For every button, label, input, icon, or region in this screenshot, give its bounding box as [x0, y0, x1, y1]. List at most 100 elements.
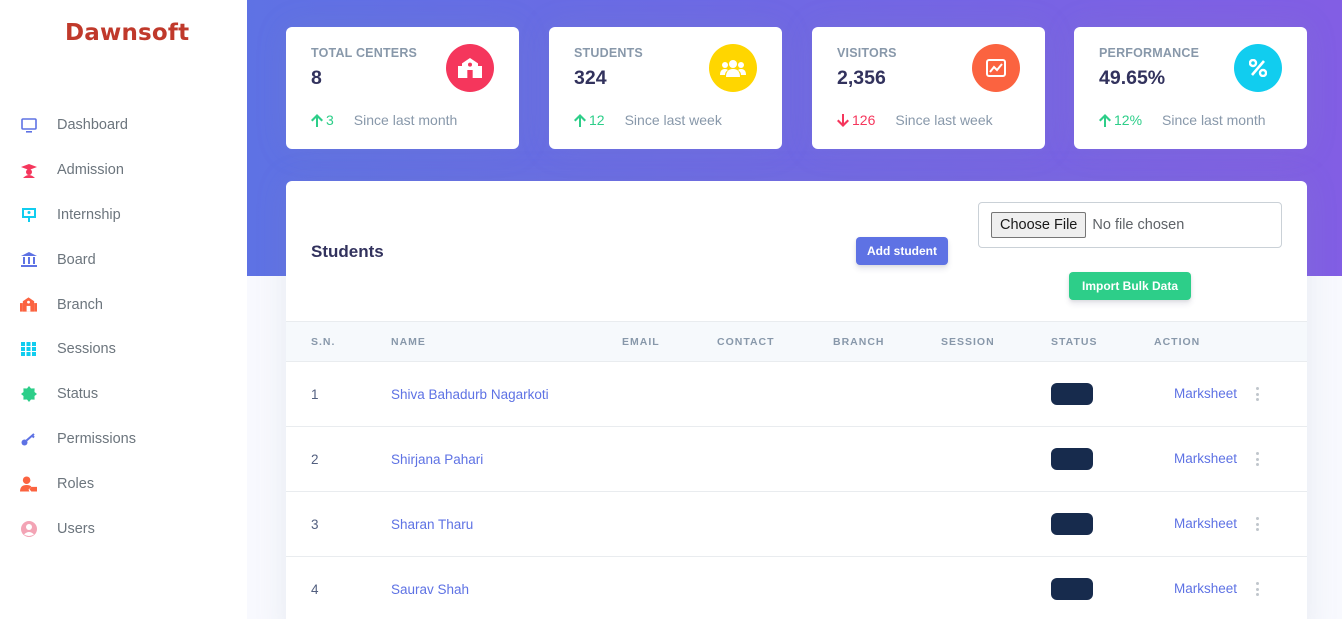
column-header-action[interactable]: Action — [1154, 336, 1200, 348]
stat-title: Total Centers — [311, 46, 418, 60]
trend-value: 12% — [1114, 112, 1143, 128]
sidebar-item-branch[interactable]: Branch — [0, 282, 247, 327]
column-header-email[interactable]: Email — [622, 336, 660, 348]
stat-title: Students — [574, 46, 643, 60]
graduation-cap-icon — [20, 162, 37, 179]
bank-icon — [20, 251, 37, 268]
trend-value: 3 — [326, 112, 334, 128]
sidebar-item-label: Roles — [57, 475, 95, 492]
chart-line-icon — [972, 44, 1020, 92]
sidebar-item-sessions[interactable]: Sessions — [0, 327, 247, 372]
arrow-up-icon — [574, 113, 586, 127]
stat-value: 2,356 — [837, 67, 886, 89]
marksheet-link[interactable]: Marksheet — [1174, 451, 1237, 466]
user-circle-icon — [20, 520, 37, 537]
table-row: 2 Shirjana Pahari Marksheet — [286, 427, 1307, 492]
column-header-sn[interactable]: S.N. — [311, 336, 335, 348]
cell-sn: 3 — [311, 517, 319, 532]
marksheet-link[interactable]: Marksheet — [1174, 516, 1237, 531]
trend-indicator: 126 — [837, 112, 875, 128]
key-icon — [20, 430, 37, 447]
cell-name-link[interactable]: Shirjana Pahari — [391, 452, 483, 467]
arrow-up-icon — [311, 113, 323, 127]
status-badge[interactable] — [1051, 513, 1093, 535]
cell-name-link[interactable]: Saurav Shah — [391, 582, 469, 597]
sidebar-item-label: Board — [57, 251, 96, 268]
stat-value: 8 — [311, 67, 322, 89]
more-options-icon[interactable] — [1254, 582, 1260, 596]
stat-footer: 12 Since last week — [574, 112, 722, 128]
trend-period: Since last month — [1162, 112, 1266, 128]
trend-indicator: 3 — [311, 112, 334, 128]
stat-card-performance: Performance 49.65% 12% Since last month — [1074, 27, 1307, 149]
sidebar-item-label: Dashboard — [57, 117, 128, 134]
stat-footer: 126 Since last week — [837, 112, 993, 128]
file-input[interactable]: Choose File No file chosen — [978, 202, 1282, 248]
status-badge[interactable] — [1051, 448, 1093, 470]
sidebar-item-permissions[interactable]: Permissions — [0, 417, 247, 462]
table-row: 4 Saurav Shah Marksheet — [286, 557, 1307, 619]
stat-value: 49.65% — [1099, 67, 1166, 89]
grid-icon — [20, 341, 37, 358]
sidebar-item-label: Internship — [57, 206, 121, 223]
stat-value: 324 — [574, 67, 607, 89]
users-icon — [709, 44, 757, 92]
more-options-icon[interactable] — [1254, 452, 1260, 466]
sidebar-item-admission[interactable]: Admission — [0, 148, 247, 193]
status-badge[interactable] — [1051, 383, 1093, 405]
stat-card-students: Students 324 12 Since last week — [549, 27, 782, 149]
sidebar-item-status[interactable]: Status — [0, 372, 247, 417]
trend-value: 126 — [852, 112, 876, 128]
cell-sn: 4 — [311, 582, 319, 597]
choose-file-button[interactable]: Choose File — [991, 212, 1087, 238]
sidebar: Dawnsoft Dashboard Admission Internship … — [0, 0, 247, 619]
column-header-branch[interactable]: Branch — [833, 336, 885, 348]
stat-footer: 3 Since last month — [311, 112, 457, 128]
more-options-icon[interactable] — [1254, 387, 1260, 401]
sidebar-item-label: Status — [57, 386, 99, 403]
add-student-button[interactable]: Add student — [856, 237, 948, 265]
sidebar-item-dashboard[interactable]: Dashboard — [0, 103, 247, 148]
sidebar-item-label: Branch — [57, 296, 103, 313]
sidebar-item-board[interactable]: Board — [0, 237, 247, 282]
cell-sn: 2 — [311, 452, 319, 467]
marksheet-link[interactable]: Marksheet — [1174, 581, 1237, 596]
sidebar-nav: Dashboard Admission Internship Board Bra… — [0, 103, 247, 551]
marksheet-link[interactable]: Marksheet — [1174, 386, 1237, 401]
arrow-down-icon — [837, 113, 849, 127]
monitor-icon — [20, 117, 37, 134]
column-header-session[interactable]: Session — [941, 336, 995, 348]
school-icon — [446, 44, 494, 92]
school-icon — [20, 296, 37, 313]
presentation-board-icon — [20, 206, 37, 223]
badge-icon — [20, 386, 37, 403]
file-status-text: No file chosen — [1092, 217, 1185, 233]
sidebar-item-label: Admission — [57, 162, 124, 179]
cell-name-link[interactable]: Sharan Tharu — [391, 517, 473, 532]
column-header-status[interactable]: Status — [1051, 336, 1097, 348]
trend-value: 12 — [589, 112, 605, 128]
cell-name-link[interactable]: Shiva Bahadurb Nagarkoti — [391, 387, 549, 402]
sidebar-item-label: Sessions — [57, 341, 116, 358]
trend-period: Since last month — [353, 112, 458, 128]
sidebar-item-label: Permissions — [57, 430, 136, 447]
stat-footer: 12% Since last month — [1099, 112, 1266, 128]
import-bulk-data-button[interactable]: Import Bulk Data — [1069, 272, 1191, 300]
arrow-up-icon — [1099, 113, 1111, 127]
stat-title: Visitors — [837, 46, 897, 60]
trend-indicator: 12 — [574, 112, 605, 128]
stat-card-visitors: Visitors 2,356 126 Since last week — [812, 27, 1045, 149]
status-badge[interactable] — [1051, 578, 1093, 600]
trend-indicator: 12% — [1099, 112, 1142, 128]
more-options-icon[interactable] — [1254, 517, 1260, 531]
panel-title: Students — [311, 242, 384, 261]
trend-period: Since last week — [895, 112, 993, 128]
cell-sn: 1 — [311, 387, 319, 402]
sidebar-item-roles[interactable]: Roles — [0, 461, 247, 506]
column-header-name[interactable]: Name — [391, 336, 426, 348]
sidebar-item-internship[interactable]: Internship — [0, 193, 247, 238]
sidebar-item-users[interactable]: Users — [0, 506, 247, 551]
column-header-contact[interactable]: Contact — [717, 336, 775, 348]
brand-logo[interactable]: Dawnsoft — [65, 20, 189, 46]
table-row: 3 Sharan Tharu Marksheet — [286, 492, 1307, 557]
